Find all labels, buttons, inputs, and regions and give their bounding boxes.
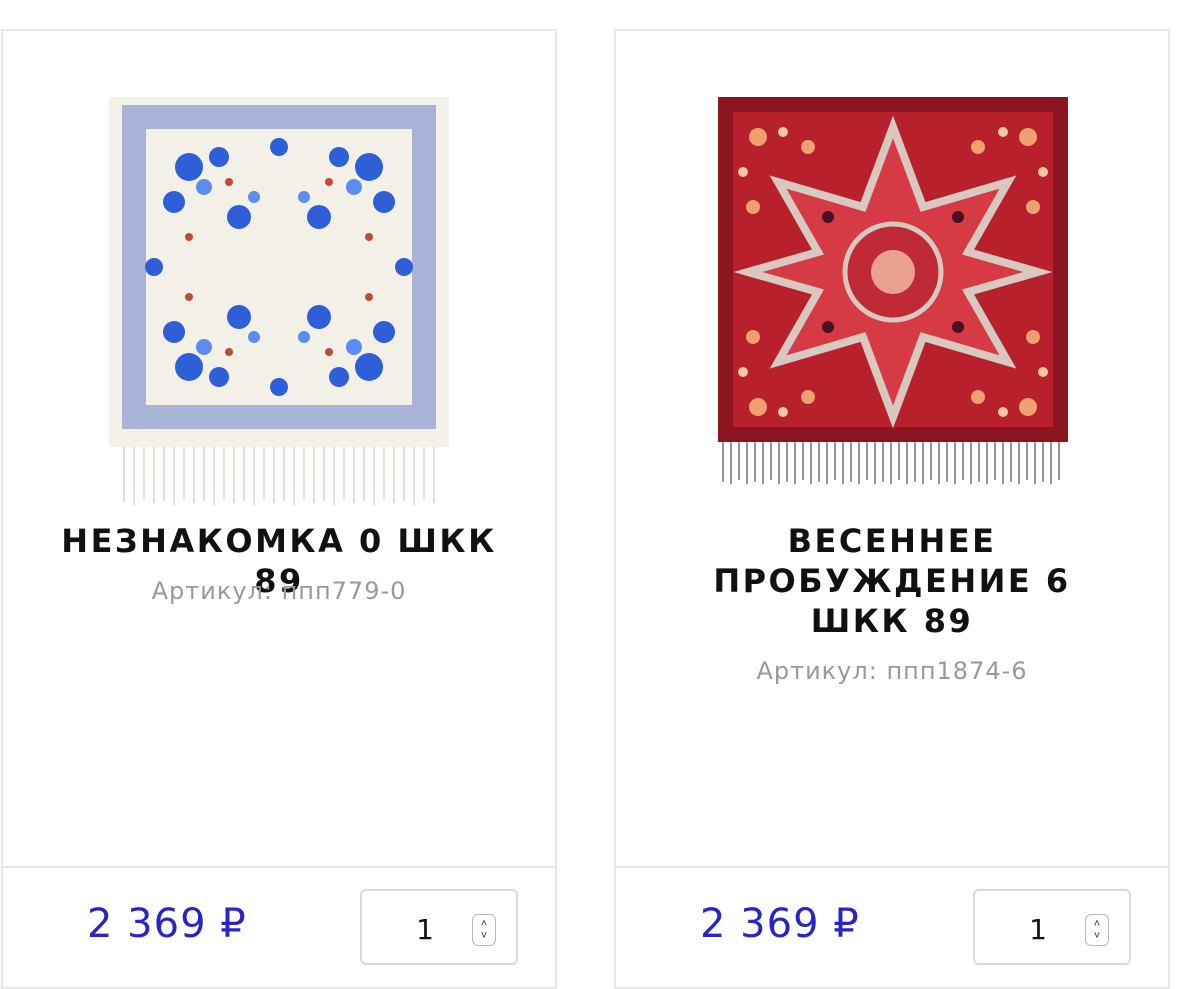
stepper-arrows-icon[interactable]: ˄ ˅ bbox=[1085, 914, 1109, 946]
stepper-arrows-icon[interactable]: ˄ ˅ bbox=[472, 914, 496, 946]
product-sku: Артикул: ппп779-0 bbox=[151, 577, 407, 605]
product-price: 2 369 ₽ bbox=[700, 901, 860, 947]
product-price: 2 369 ₽ bbox=[87, 901, 247, 947]
card-divider bbox=[3, 866, 555, 868]
product-sku: Артикул: ппп1874-6 bbox=[756, 657, 1028, 685]
quantity-stepper[interactable]: 1 ˄ ˅ bbox=[360, 889, 518, 965]
quantity-stepper[interactable]: 1 ˄ ˅ bbox=[973, 889, 1131, 965]
chevron-up-icon[interactable]: ˄ bbox=[1094, 918, 1100, 930]
product-card: ВЕСЕННЕЕ ПРОБУЖДЕНИЕ 6 ШКК 89 Артикул: п… bbox=[614, 29, 1170, 989]
card-divider bbox=[616, 866, 1168, 868]
quantity-value[interactable]: 1 bbox=[975, 913, 1101, 946]
shawl-red-floral-icon bbox=[718, 97, 1068, 484]
product-image[interactable] bbox=[79, 87, 479, 507]
product-title[interactable]: ВЕСЕННЕЕ ПРОБУЖДЕНИЕ 6 ШКК 89 bbox=[616, 521, 1168, 641]
chevron-down-icon[interactable]: ˅ bbox=[481, 930, 487, 942]
chevron-up-icon[interactable]: ˄ bbox=[481, 918, 487, 930]
quantity-value[interactable]: 1 bbox=[362, 913, 488, 946]
chevron-down-icon[interactable]: ˅ bbox=[1094, 930, 1100, 942]
product-card: НЕЗНАКОМКА 0 ШКК 89 Артикул: ппп779-0 2 … bbox=[1, 29, 557, 989]
product-image[interactable] bbox=[698, 87, 1098, 507]
shawl-cream-blue-icon bbox=[109, 97, 449, 505]
